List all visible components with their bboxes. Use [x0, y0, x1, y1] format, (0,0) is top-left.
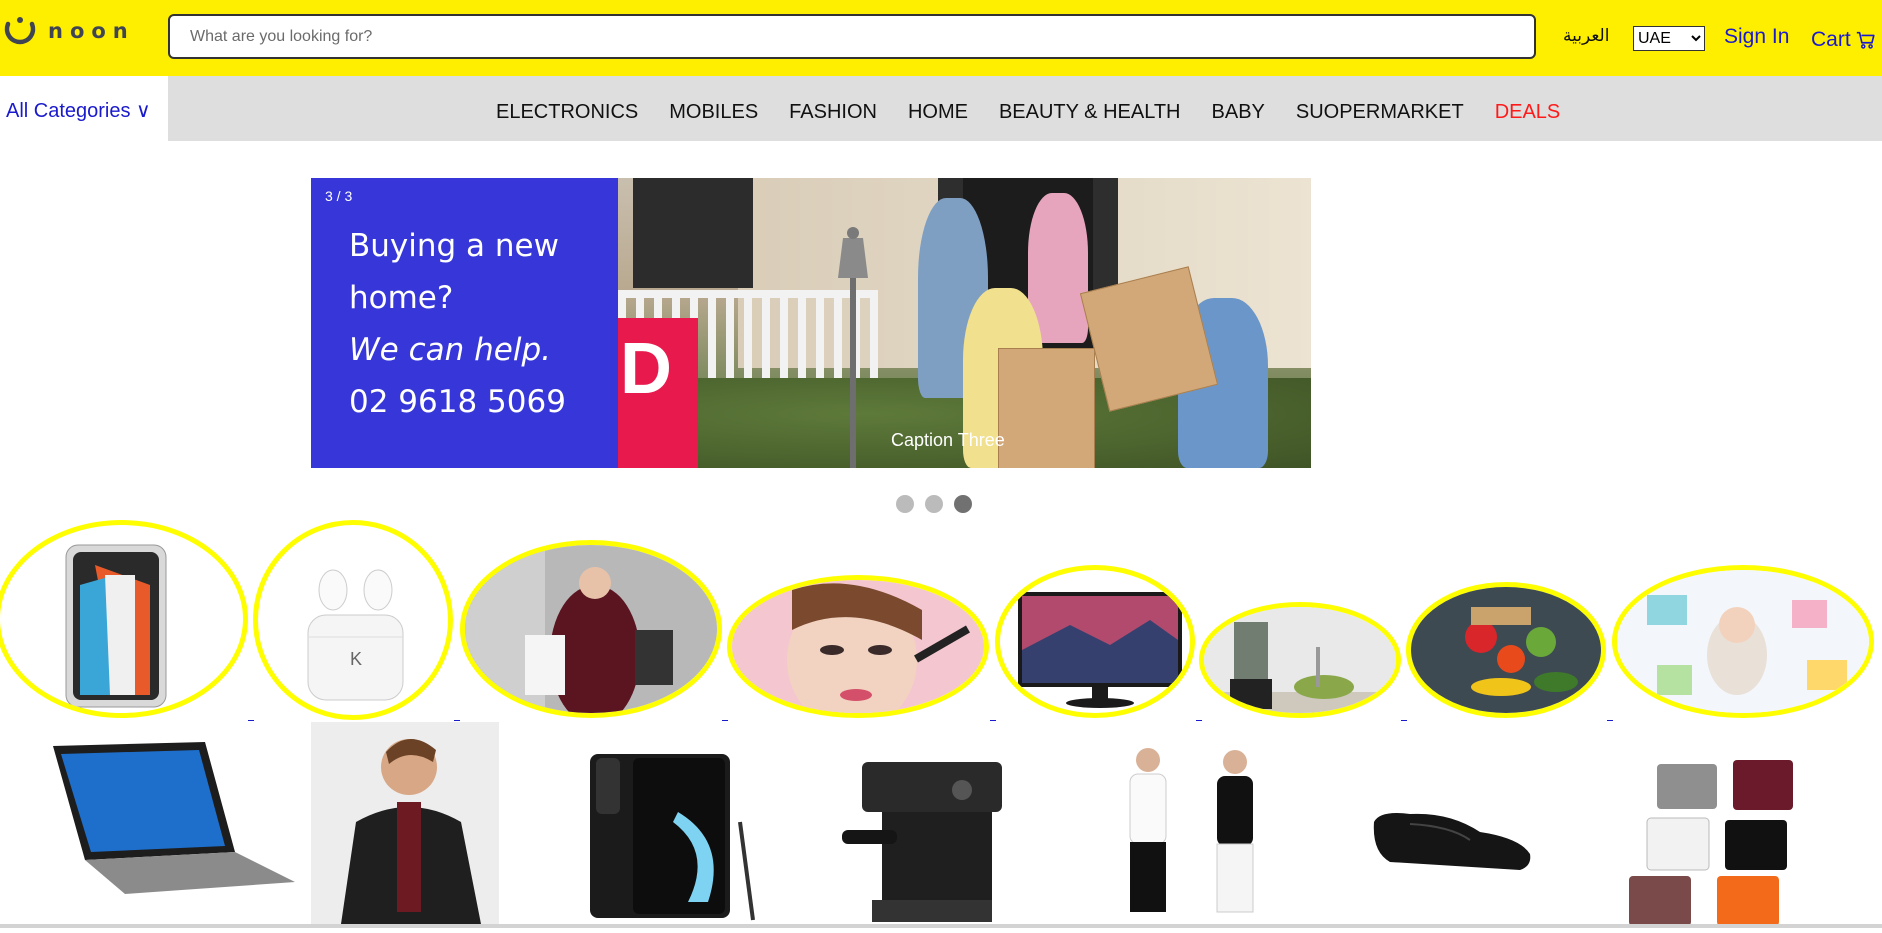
slide-dot-2[interactable] [925, 495, 943, 513]
category-circle-smartphone[interactable] [0, 520, 248, 718]
horizontal-scrollbar[interactable] [0, 924, 1882, 928]
category-circle-baby[interactable] [1612, 565, 1874, 718]
top-bar: noon العربية UAE Sign In Cart [0, 0, 1882, 76]
language-toggle[interactable]: العربية [1563, 26, 1609, 46]
all-categories: All Categories ∨ [0, 76, 168, 141]
category-circle-earbuds[interactable]: K [253, 520, 453, 720]
promo-phone: 02 9618 5069 [349, 384, 566, 420]
svg-text:K: K [350, 649, 362, 669]
cart-icon [1856, 31, 1875, 49]
circle-link-underline[interactable] [990, 720, 996, 721]
monitor-icon [1018, 592, 1182, 708]
nav-item-supermarket[interactable]: SUOPERMARKET [1296, 101, 1464, 124]
promo-line-2: home? [349, 280, 454, 316]
slide-caption: Caption Three [891, 430, 1005, 450]
house-window [633, 178, 753, 288]
noon-logo-icon [4, 17, 36, 45]
nav-item-home[interactable]: HOME [908, 101, 968, 124]
nav-items: ELECTRONICS MOBILES FASHION HOME BEAUTY … [496, 101, 1560, 124]
shoe-icon [1373, 813, 1531, 870]
circle-link-underline[interactable] [1401, 720, 1407, 721]
makeup-icon [732, 580, 984, 713]
search-input[interactable] [170, 16, 1534, 57]
product-laptop[interactable] [45, 742, 295, 902]
promo-panel: 3 / 3 Buying a new home? We can help. 02… [311, 178, 618, 468]
category-circle-monitor[interactable] [995, 565, 1195, 718]
nav-item-baby[interactable]: BABY [1212, 101, 1265, 124]
jacket-icon [341, 738, 481, 924]
underwear-icon [1629, 760, 1793, 926]
nav-item-beauty-health[interactable]: BEAUTY & HEALTH [999, 101, 1181, 124]
category-circle-beauty[interactable] [727, 575, 989, 718]
promo-line-3: We can help. [349, 332, 551, 368]
slide-dots [896, 495, 972, 513]
country-select[interactable]: UAE [1633, 26, 1705, 51]
product-loafer[interactable] [1370, 802, 1535, 882]
category-circles: K [0, 520, 1882, 725]
product-leather-jacket[interactable] [311, 722, 499, 924]
circle-link-underline[interactable] [1196, 720, 1202, 721]
vegetables-icon [1411, 587, 1601, 713]
category-nav: All Categories ∨ ELECTRONICS MOBILES FAS… [0, 76, 1882, 141]
slide-dot-1[interactable] [896, 495, 914, 513]
hero-photo: D [618, 178, 1311, 468]
promo-text: Buying a new home? We can help. 02 9618 … [349, 220, 566, 428]
phone-icon [590, 754, 755, 921]
slide-counter: 3 / 3 [325, 188, 353, 204]
tank-top-icon [1129, 748, 1254, 913]
category-circle-groceries[interactable] [1406, 582, 1606, 718]
nav-item-mobiles[interactable]: MOBILES [669, 101, 758, 124]
moving-box-left [998, 348, 1095, 468]
circle-link-underline[interactable] [1607, 720, 1613, 721]
laptop-icon [53, 742, 295, 894]
nav-item-deals[interactable]: DEALS [1495, 101, 1561, 124]
lamp-post-icon [838, 227, 868, 468]
all-categories-dropdown[interactable]: All Categories ∨ [6, 98, 151, 123]
sold-sign-letter: D [620, 329, 672, 409]
circle-link-underline[interactable] [722, 720, 728, 721]
search-box[interactable] [168, 14, 1536, 59]
circle-link-underline[interactable] [454, 720, 460, 721]
noon-logo[interactable]: noon [0, 16, 135, 46]
promo-line-1: Buying a new [349, 228, 559, 264]
baby-icon [1617, 570, 1869, 713]
category-circle-kitchen[interactable] [1199, 602, 1401, 718]
sign-in-link[interactable]: Sign In [1724, 25, 1789, 49]
nav-item-fashion[interactable]: FASHION [789, 101, 877, 124]
coffee-machine-icon [842, 762, 1002, 922]
product-galaxy-note[interactable] [588, 752, 758, 922]
product-row [0, 722, 1882, 928]
hero-slide[interactable]: D 3 / 3 Buying a new home? We can help. … [311, 178, 1311, 468]
cart-label: Cart [1811, 28, 1851, 51]
iphone-icon [65, 544, 167, 708]
logo-text: noon [48, 19, 135, 43]
slide-dot-3[interactable] [954, 495, 972, 513]
product-espresso-machine[interactable] [842, 760, 1007, 925]
blender-icon [1204, 607, 1396, 713]
product-boxer-briefs[interactable] [1625, 758, 1800, 928]
circle-link-underline[interactable] [248, 720, 254, 721]
shopping-bags-icon [465, 545, 717, 713]
category-circle-fashion[interactable] [460, 540, 722, 718]
cart-link[interactable]: Cart [1811, 28, 1877, 52]
nav-item-electronics[interactable]: ELECTRONICS [496, 101, 638, 124]
product-tank-tops[interactable] [1100, 746, 1280, 916]
earbuds-icon: K [307, 569, 404, 701]
